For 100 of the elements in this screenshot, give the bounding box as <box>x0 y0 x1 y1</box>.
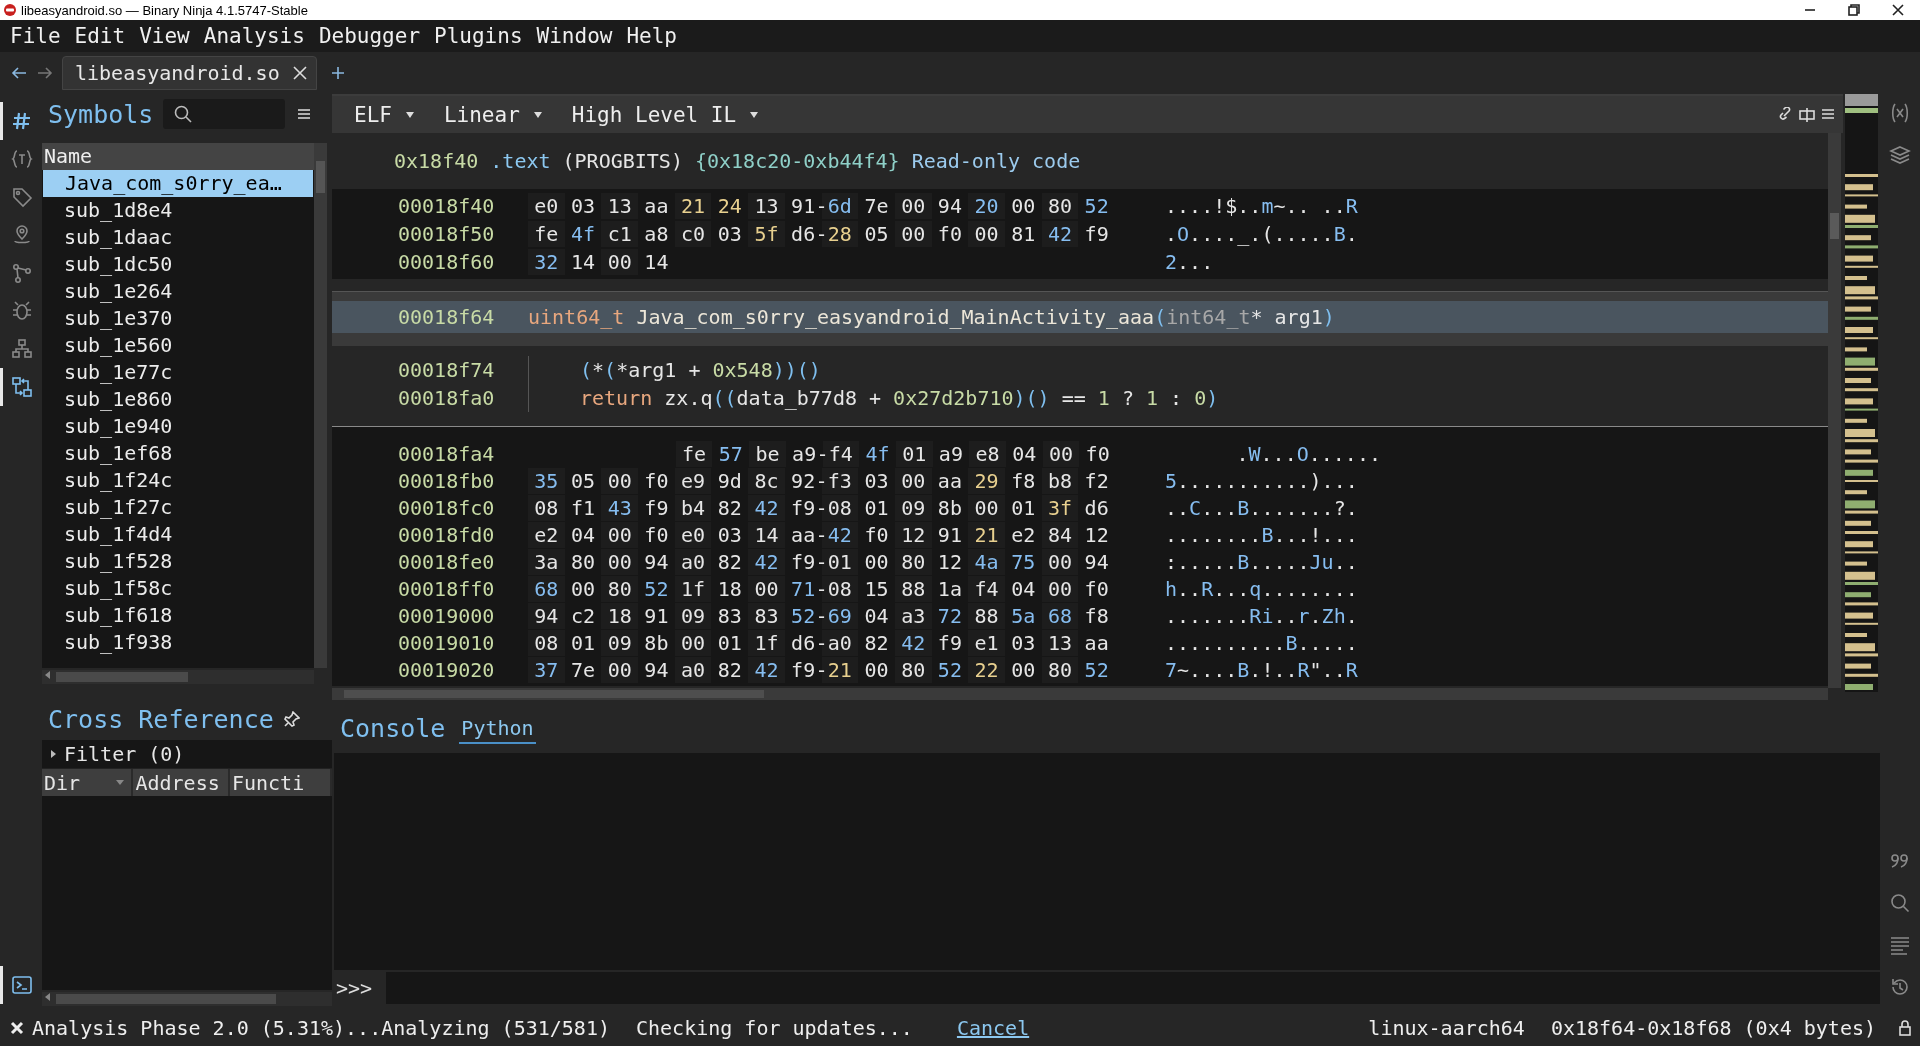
symbol-item[interactable]: sub_1e77c <box>42 359 314 386</box>
column-header[interactable]: Functi <box>229 769 332 796</box>
symbol-item[interactable]: sub_1e560 <box>42 332 314 359</box>
section-text: {0x18c20-0xb44f4} <box>694 149 900 173</box>
menu-item[interactable]: File <box>3 21 68 51</box>
address: 00018f64 <box>398 305 496 329</box>
scroll-left-icon[interactable] <box>44 992 52 1002</box>
address: 00019000 <box>398 603 496 628</box>
symbol-item[interactable]: sub_1f938 <box>42 629 314 656</box>
back-arrow-icon[interactable] <box>10 65 28 81</box>
menu-item[interactable]: Help <box>619 21 684 51</box>
symbol-item[interactable]: sub_1daac <box>42 224 314 251</box>
ascii-text: .......Ri..r.Zh. <box>1165 603 1358 628</box>
search-icon <box>173 104 194 124</box>
hex-bytes: 08 f1 43 f9 b4 82 42 f9-08 01 09 8b 00 01 3f d6 <box>528 494 1115 521</box>
symbol-item[interactable]: sub_1e370 <box>42 305 314 332</box>
platform-label[interactable]: linux-aarch64 <box>1368 1016 1525 1040</box>
graph-nodes-icon[interactable] <box>10 262 33 284</box>
ascii-text: ..........B..... <box>1165 630 1358 655</box>
scrollbar[interactable] <box>314 143 327 668</box>
scrollbar[interactable] <box>42 670 314 684</box>
symbol-item[interactable]: sub_1f24c <box>42 467 314 494</box>
symbol-item[interactable]: sub_1f528 <box>42 548 314 575</box>
menu-icon[interactable] <box>297 107 312 121</box>
scrollbar[interactable] <box>42 992 332 1006</box>
scroll-left-icon[interactable] <box>44 670 52 680</box>
symbol-item[interactable]: sub_1e860 <box>42 386 314 413</box>
scrollbar[interactable] <box>1828 133 1841 688</box>
text-lines-icon[interactable] <box>1889 934 1911 956</box>
menu-icon[interactable] <box>1821 106 1835 121</box>
symbol-item[interactable]: sub_1f618 <box>42 602 314 629</box>
console-tab[interactable]: Python <box>459 712 536 744</box>
pin-icon[interactable] <box>283 711 300 727</box>
search-icon[interactable] <box>1889 892 1911 914</box>
ascii-text: ....!$..m~.. ..R <box>1165 194 1358 218</box>
symbol-item[interactable]: sub_1dc50 <box>42 251 314 278</box>
ascii-text: .W...O...... <box>1236 441 1381 466</box>
braces-icon[interactable] <box>10 148 33 170</box>
address: 00019010 <box>398 630 496 655</box>
lock-icon[interactable] <box>1898 1020 1912 1036</box>
cancel-analysis-icon[interactable] <box>10 1021 24 1035</box>
terminal-icon[interactable] <box>10 974 33 996</box>
symbol-item[interactable]: sub_1e940 <box>42 413 314 440</box>
search-field[interactable] <box>163 99 286 129</box>
hierarchy-icon[interactable] <box>10 338 33 360</box>
hex-bytes: 94 c2 18 91 09 83 83 52-69 04 a3 72 88 5a 68 f8 <box>528 602 1115 629</box>
cancel-link[interactable]: Cancel <box>956 1016 1030 1040</box>
section-text: .text <box>490 149 551 173</box>
hex-bytes: e0 03 13 aa 21 24 13 91-6d 7e 00 94 20 00 80 52 <box>528 193 1115 219</box>
hash-icon[interactable] <box>10 110 33 132</box>
panel-title: Symbols <box>48 99 154 129</box>
ascii-text: h..R...q........ <box>1165 576 1358 601</box>
close-icon[interactable] <box>1892 4 1904 16</box>
selection-range[interactable]: 0x18f64-0x18f68 (0x4 bytes) <box>1550 1016 1876 1040</box>
ascii-text: 7~....B.!..R"..R <box>1165 657 1358 682</box>
history-icon[interactable] <box>1889 976 1911 998</box>
menu-item[interactable]: Edit <box>67 21 133 51</box>
ascii-text: ........B...!... <box>1165 522 1358 547</box>
file-tab[interactable]: libeasyandroid.so <box>62 56 317 90</box>
layers-icon[interactable] <box>1889 144 1911 166</box>
symbol-item[interactable]: sub_1e264 <box>42 278 314 305</box>
filter-toggle[interactable]: Filter (0) <box>42 740 332 768</box>
menu-item[interactable]: Analysis <box>196 21 312 51</box>
symbol-item[interactable]: Java_com_s0rry_ea… <box>43 170 313 197</box>
address: 00019020 <box>398 657 496 682</box>
forward-arrow-icon[interactable] <box>36 65 54 81</box>
link-icon[interactable] <box>1777 106 1793 123</box>
column-header[interactable]: Address <box>133 769 230 796</box>
new-tab-icon[interactable] <box>330 66 345 80</box>
symbol-item[interactable]: sub_1ef68 <box>42 440 314 467</box>
restore-icon[interactable] <box>1848 4 1860 16</box>
view-menu[interactable]: ELF <box>342 102 426 127</box>
view-menu[interactable]: High Level IL <box>559 102 771 127</box>
symbol-item[interactable]: sub_1d8e4 <box>42 197 314 224</box>
menu-item[interactable]: Window <box>529 21 620 51</box>
column-header[interactable]: Name <box>42 143 314 170</box>
view-menu[interactable]: Linear <box>431 102 554 127</box>
menu-item[interactable]: Plugins <box>427 21 530 51</box>
address: 00018fe0 <box>398 549 496 574</box>
symbol-item[interactable]: sub_1f58c <box>42 575 314 602</box>
hex-bytes: 37 7e 00 94 a0 82 42 f9-21 00 80 52 22 00 80 52 <box>528 656 1115 683</box>
split-view-icon[interactable] <box>1799 106 1815 123</box>
address: 00018fa4 <box>398 441 496 466</box>
hex-bytes: 35 05 00 f0 e9 9d 8c 92-f3 03 00 aa 29 f8 b8 f2 <box>528 467 1115 494</box>
bug-icon[interactable] <box>10 300 33 322</box>
window-title: libeasyandroid.so — Binary Ninja 4.1.5747-Stable <box>21 2 309 18</box>
panel-title: Console <box>340 713 446 743</box>
section-text: (PROGBITS) <box>562 149 683 173</box>
symbol-item[interactable]: sub_1f27c <box>42 494 314 521</box>
app-logo-icon <box>3 3 17 17</box>
menu-item[interactable]: View <box>132 21 197 51</box>
swap-hierarchy-icon[interactable] <box>10 376 33 398</box>
symbol-item[interactable]: sub_1f4d4 <box>42 521 314 548</box>
tag-icon[interactable] <box>10 186 33 208</box>
scrollbar[interactable] <box>332 688 1828 700</box>
hex-bytes: 08 01 09 8b 00 01 1f d6-a0 82 42 f9 e1 03 13 aa <box>528 629 1115 656</box>
menu-item[interactable]: Debugger <box>311 21 428 51</box>
column-header[interactable]: Dir <box>42 769 134 796</box>
variables-icon[interactable] <box>1889 102 1911 124</box>
address: 00018f60 <box>398 250 496 274</box>
